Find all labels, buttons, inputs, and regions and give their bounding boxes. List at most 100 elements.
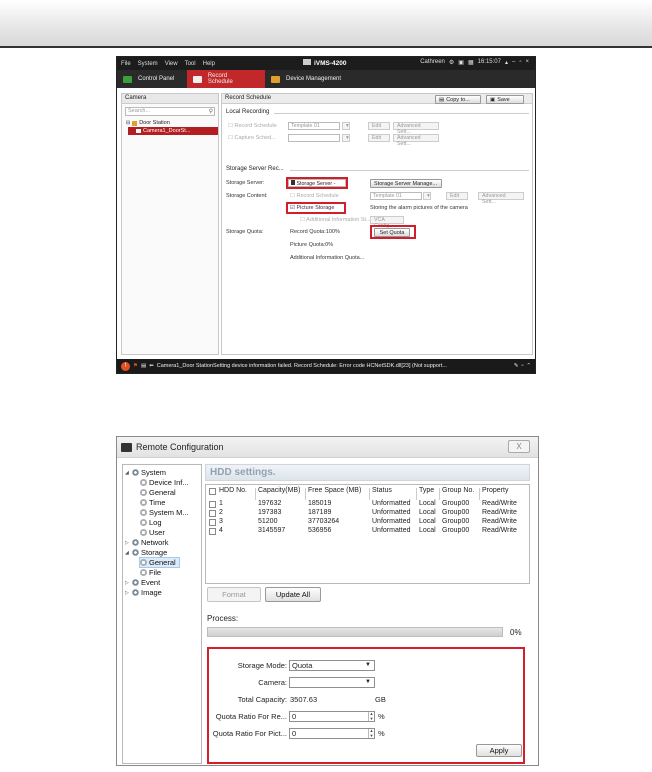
highlight-picture-storage [286, 202, 346, 214]
quota-picture-input[interactable]: 0 ▲ ▼ [289, 728, 375, 739]
capture-schedule-checkbox[interactable]: ☐ Capture Sched... [228, 135, 276, 141]
leaf-icon [140, 499, 147, 506]
col-status[interactable]: Status [372, 487, 392, 494]
minimize-icon[interactable]: – [512, 59, 515, 66]
tree-log[interactable]: Log [140, 518, 162, 527]
tree-door-station[interactable]: ⊟ Door Station [122, 119, 218, 127]
record-schedule-option[interactable]: ☐ Record Schedule [290, 193, 339, 199]
expand-triangle-icon[interactable]: ▷ [125, 540, 130, 546]
tree-image[interactable]: ▷ Image [125, 588, 162, 597]
collapse-triangle-icon[interactable]: ◢ [125, 470, 130, 476]
camera-search-input[interactable]: Search... ⚲ [125, 107, 215, 116]
format-button[interactable]: Format [207, 587, 261, 602]
tree-label: Log [149, 518, 162, 527]
gear-icon [132, 469, 139, 476]
cell-status: Unformatted [372, 500, 411, 507]
close-button[interactable]: X [508, 440, 530, 453]
menu-tool[interactable]: Tool [185, 61, 196, 67]
vca-config-button[interactable]: VCA Config [370, 216, 404, 229]
advanced-settings-button[interactable]: Advanced Sett... [393, 122, 439, 135]
row-checkbox[interactable] [209, 528, 216, 535]
storage-advanced-button[interactable]: Advanced Sett... [478, 192, 524, 205]
edit-button[interactable]: Edit [368, 122, 390, 130]
select-all-checkbox[interactable] [209, 488, 216, 495]
quota-record-input[interactable]: 0 ▲ ▼ [289, 711, 375, 722]
tree-label: General [149, 558, 176, 567]
arrow-left-icon[interactable]: ⬅ [149, 363, 154, 369]
table-row[interactable]: 4 3145597 536956 Unformatted Local Group… [206, 527, 529, 537]
template-dropdown[interactable]: ▾ [342, 122, 350, 130]
camera-select[interactable]: ▼ [289, 677, 375, 688]
close-icon[interactable]: × [525, 59, 529, 66]
expand-triangle-icon[interactable]: ▷ [125, 580, 130, 586]
search-icon[interactable]: ⚲ [209, 108, 213, 115]
tree-system[interactable]: ◢ System [125, 468, 166, 477]
alarm-icon[interactable]: ! [121, 361, 130, 371]
update-all-button[interactable]: Update All [265, 587, 321, 602]
row-checkbox[interactable] [209, 519, 216, 526]
menu-file[interactable]: File [121, 61, 131, 67]
tree-system-maintenance[interactable]: System M... [140, 508, 189, 517]
tree-storage[interactable]: ◢ Storage [125, 548, 167, 557]
capture-template-select[interactable] [288, 134, 340, 142]
col-free-space[interactable]: Free Space (MB) [308, 487, 361, 494]
total-capacity-unit: GB [375, 695, 386, 704]
tree-time[interactable]: Time [140, 498, 165, 507]
tree-device-info[interactable]: Device Inf... [140, 478, 189, 487]
col-type[interactable]: Type [419, 487, 434, 494]
gear-icon [132, 589, 139, 596]
menu-system[interactable]: System [138, 61, 158, 67]
spinner-icon[interactable]: ▲ ▼ [368, 728, 374, 738]
capture-advanced-button[interactable]: Advanced Sett... [393, 134, 439, 147]
storage-server-manage-button[interactable]: Storage Server Manage... [370, 179, 442, 188]
col-capacity[interactable]: Capacity(MB) [258, 487, 300, 494]
expand-triangle-icon[interactable]: ▷ [125, 590, 130, 596]
tree-label: Time [149, 498, 166, 507]
spinner-icon[interactable]: ▲ ▼ [368, 711, 374, 721]
collapse-triangle-icon[interactable]: ◢ [125, 550, 130, 556]
row-checkbox[interactable] [209, 510, 216, 517]
capture-template-dropdown[interactable]: ▾ [342, 134, 350, 142]
module-tabs: Control Panel Record Schedule Device Man… [117, 70, 535, 88]
template-select[interactable]: Template 01 [288, 122, 340, 130]
list-icon[interactable]: ▤ [141, 363, 146, 369]
copy-to-button[interactable]: ▤ Copy to... [435, 95, 481, 104]
col-hdd-no[interactable]: HDD No. [219, 487, 247, 494]
tree-general[interactable]: General [140, 488, 176, 497]
tree-event[interactable]: ▷ Event [125, 578, 160, 587]
tree-camera1[interactable]: Camera1_DoorSt... [128, 127, 218, 135]
tree-user[interactable]: User [140, 528, 165, 537]
collapse-icon[interactable]: ⌃ [526, 363, 531, 369]
maximize-icon[interactable]: ▫ [519, 59, 521, 66]
tree-storage-general[interactable]: General [139, 557, 180, 568]
storage-mode-select[interactable]: Quota ▼ [289, 660, 375, 671]
storage-template-select[interactable]: Template 01 [370, 192, 422, 200]
storage-edit-button[interactable]: Edit [446, 192, 468, 200]
storage-mode-value: Quota [292, 661, 313, 670]
save-button[interactable]: ▣ Save [486, 95, 524, 104]
menu-help[interactable]: Help [203, 61, 215, 67]
capture-edit-button[interactable]: Edit [368, 134, 390, 142]
expand-icon[interactable]: ⊟ [126, 120, 130, 126]
tab-record-schedule[interactable]: Record Schedule [187, 70, 265, 88]
apply-button[interactable]: Apply [476, 744, 522, 757]
col-group-no[interactable]: Group No. [442, 487, 474, 494]
additional-info-checkbox[interactable]: ☐ Additional Information St... [300, 217, 371, 223]
layout-icon[interactable]: ▦ [468, 59, 474, 66]
process-progress-bar [207, 627, 503, 637]
tree-file[interactable]: File [140, 568, 161, 577]
record-schedule-checkbox[interactable]: ☐ Record Schedule [228, 123, 277, 129]
col-property[interactable]: Property [482, 487, 508, 494]
storage-template-dropdown[interactable]: ▾ [423, 192, 431, 200]
restore-icon[interactable]: ▫ [521, 363, 523, 369]
settings-icon[interactable]: ⚙ [449, 59, 454, 66]
menu-view[interactable]: View [165, 61, 178, 67]
row-checkbox[interactable] [209, 501, 216, 508]
tab-control-panel[interactable]: Control Panel [117, 70, 187, 88]
tab-device-management[interactable]: Device Management [265, 70, 357, 88]
pin-icon[interactable]: ✎ [514, 363, 519, 369]
lock-icon[interactable]: ▣ [458, 59, 464, 66]
pin-icon[interactable]: ▴ [505, 59, 508, 66]
warning-icon[interactable]: ⚑ [133, 363, 138, 369]
tree-network[interactable]: ▷ Network [125, 538, 169, 547]
